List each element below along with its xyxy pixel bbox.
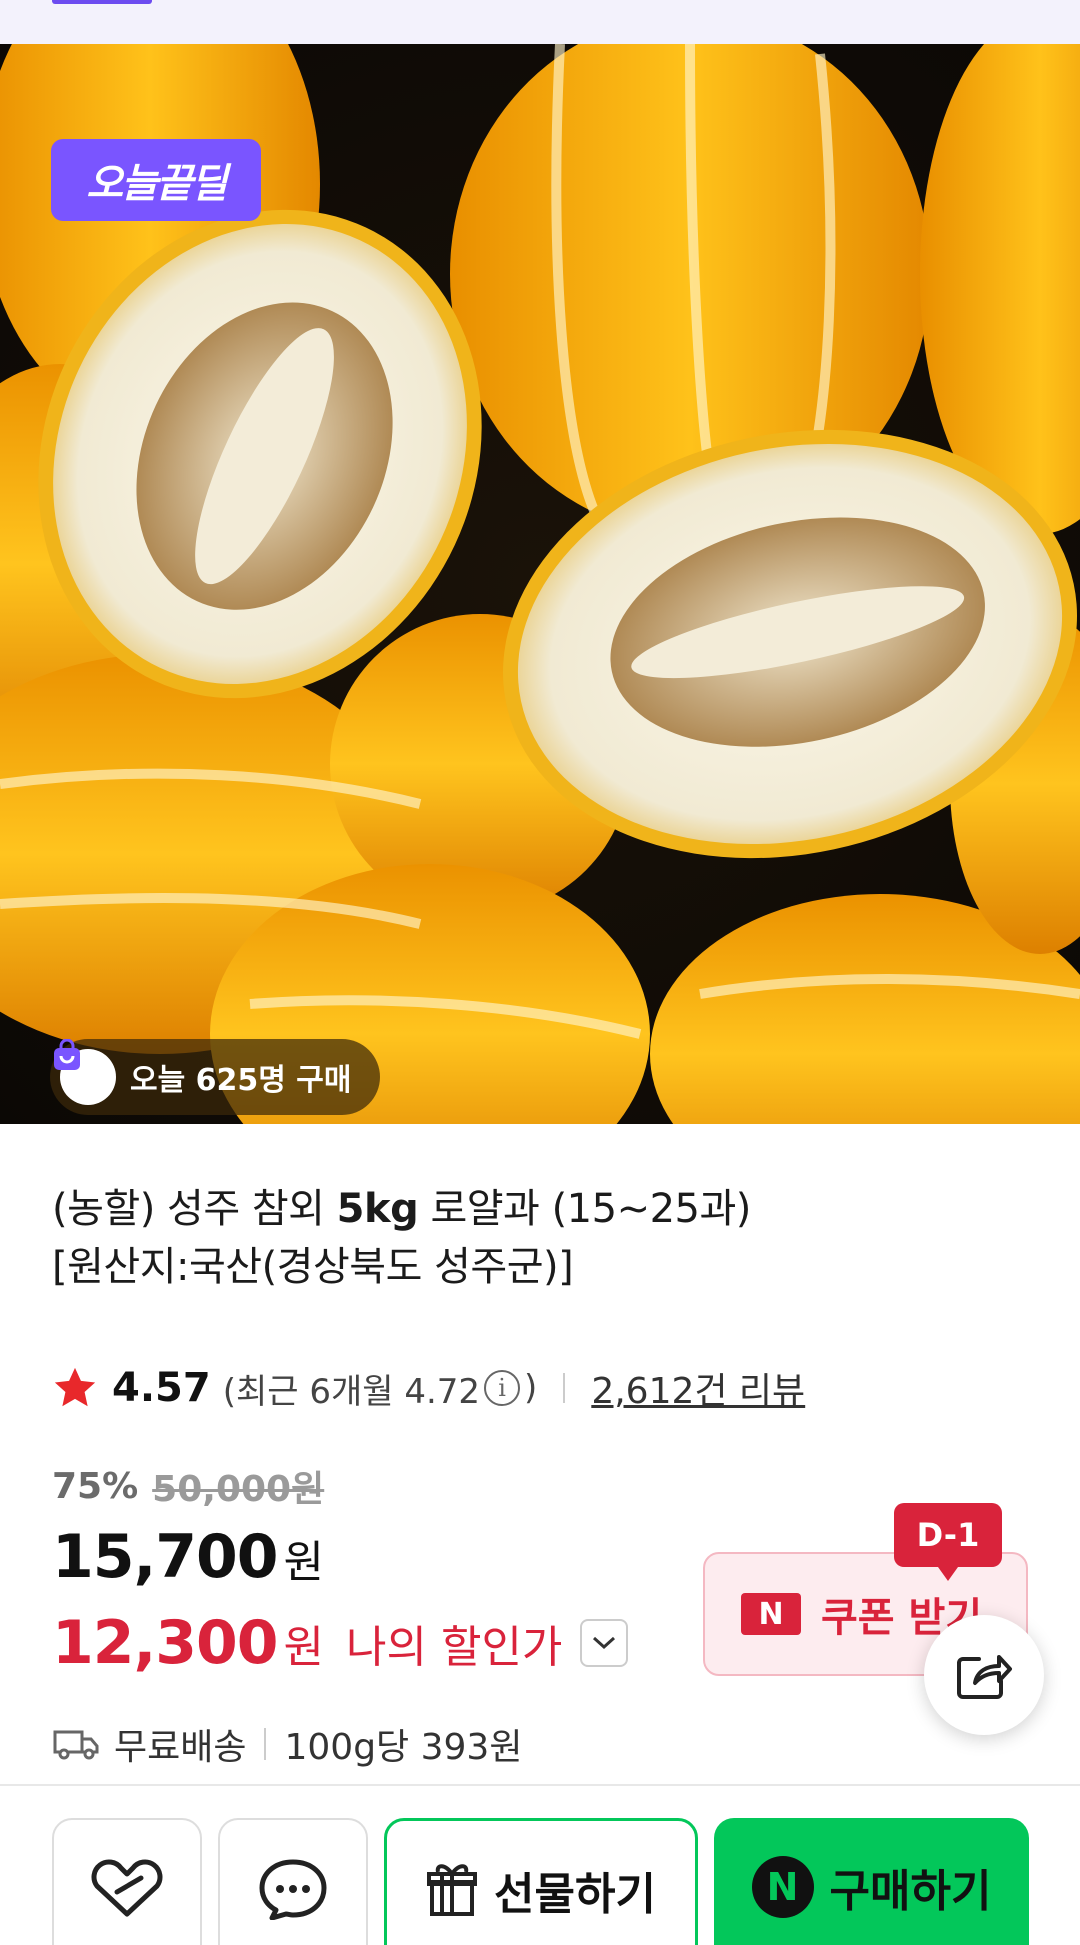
- info-icon[interactable]: i: [484, 1370, 521, 1406]
- discount-row: 75% 50,000원: [52, 1460, 324, 1512]
- heart-icon: [91, 1859, 163, 1917]
- gift-label: 선물하기: [494, 1869, 656, 1920]
- my-price: 12,300: [52, 1608, 279, 1678]
- chevron-down-icon[interactable]: [580, 1619, 629, 1667]
- share-icon: [957, 1655, 1012, 1699]
- naver-logo-icon: N: [741, 1593, 801, 1635]
- buy-button[interactable]: N 구매하기: [714, 1818, 1029, 1945]
- star-icon: [54, 1367, 96, 1407]
- unit-price-text: 100g당 393원: [284, 1727, 523, 1768]
- original-price: 50,000원: [152, 1469, 325, 1510]
- discount-percent: 75%: [52, 1465, 139, 1507]
- bottom-divider: [0, 1784, 1080, 1786]
- gift-icon: [427, 1864, 478, 1916]
- top-bar: [0, 0, 1080, 44]
- free-shipping-text: 무료배송: [114, 1727, 247, 1768]
- buyers-count-pill: 오늘 625명 구매: [50, 1039, 380, 1115]
- buyers-count-text: 오늘 625명 구매: [130, 1063, 352, 1098]
- sale-price-currency: 원: [283, 1537, 325, 1588]
- truck-icon: [53, 1730, 99, 1760]
- wishlist-button[interactable]: [52, 1818, 202, 1945]
- title-weight: 5kg: [336, 1186, 419, 1232]
- recent-rating: (최근 6개월 4.72: [222, 1371, 481, 1412]
- title-prefix: (농할) 성주 참외: [52, 1186, 337, 1232]
- buy-label: 구매하기: [829, 1866, 992, 1917]
- product-title: (농할) 성주 참외 5kg 로얄과 (15~25과) [원산지:국산(경상북도…: [52, 1180, 1042, 1296]
- shopping-bag-icon: [54, 1039, 116, 1105]
- product-title-line1: (농할) 성주 참외 5kg 로얄과 (15~25과): [52, 1180, 1042, 1238]
- recent-rating-close: ): [524, 1368, 538, 1408]
- gift-button[interactable]: 선물하기: [384, 1818, 698, 1945]
- share-button[interactable]: [924, 1615, 1044, 1735]
- shipping-row: 무료배송 100g당 393원: [52, 1718, 522, 1770]
- title-suffix: 로얄과 (15~25과): [418, 1186, 751, 1232]
- naver-pay-logo-icon: N: [751, 1856, 814, 1918]
- product-title-line2: [원산지:국산(경상북도 성주군)]: [52, 1244, 574, 1290]
- product-image[interactable]: 오늘끝딜 오늘 625명 구매: [0, 44, 1080, 1124]
- chat-bubble-icon: [259, 1859, 327, 1920]
- rating-score: 4.57: [112, 1365, 211, 1411]
- shipping-separator: [264, 1728, 267, 1760]
- talktalk-button[interactable]: [218, 1818, 368, 1945]
- my-price-currency: 원: [283, 1622, 325, 1673]
- my-price-row[interactable]: 12,300 원 나의 할인가: [52, 1608, 629, 1678]
- top-bar-indicator: [52, 0, 152, 4]
- my-price-label: 나의 할인가: [346, 1622, 563, 1673]
- rating-row: 4.57 (최근 6개월 4.72 i ) 2,612건 리뷰: [52, 1360, 805, 1416]
- rating-separator: [563, 1373, 566, 1403]
- review-count-link[interactable]: 2,612건 리뷰: [591, 1362, 805, 1414]
- sale-price-row: 15,700 원: [52, 1522, 324, 1592]
- d-day-badge: D-1: [894, 1503, 1002, 1581]
- sale-price: 15,700: [52, 1522, 279, 1592]
- today-deal-badge: 오늘끝딜: [51, 139, 261, 221]
